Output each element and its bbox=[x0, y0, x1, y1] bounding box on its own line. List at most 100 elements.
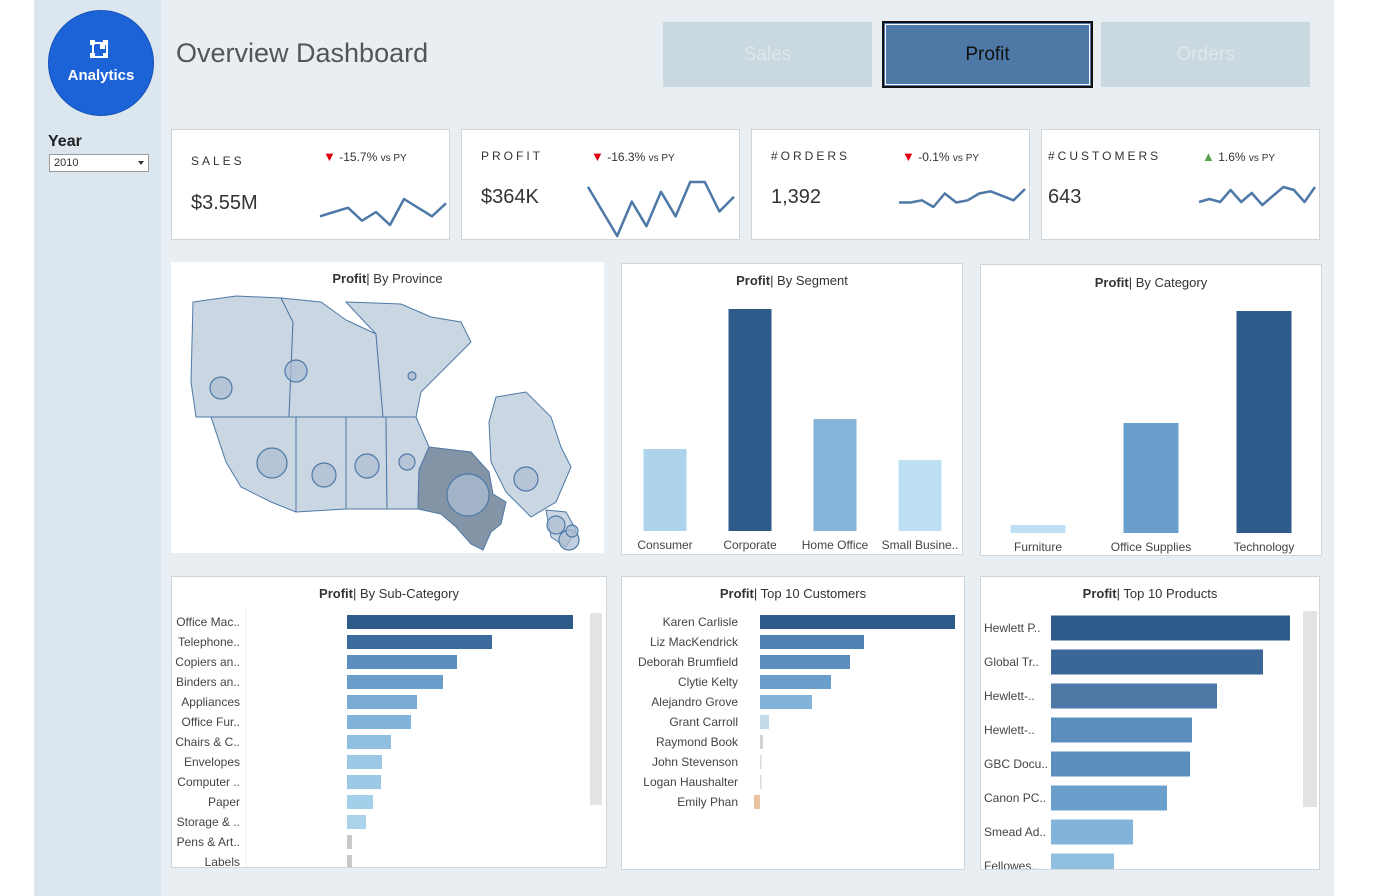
bar[interactable] bbox=[1051, 819, 1133, 845]
bar-home-office[interactable] bbox=[813, 419, 857, 531]
bar[interactable] bbox=[1051, 717, 1192, 743]
customers-bar-chart[interactable]: Karen Carlisle Liz MacKendrick Deborah Bru… bbox=[622, 577, 965, 870]
bar-label: Raymond Book bbox=[656, 735, 739, 749]
kpi-change-value: -16.3% bbox=[607, 150, 646, 164]
kpi-label: #CUSTOMERS bbox=[1048, 149, 1162, 163]
bar[interactable] bbox=[760, 675, 831, 689]
tab-profit[interactable]: Profit bbox=[882, 21, 1093, 88]
bar[interactable] bbox=[347, 795, 373, 809]
bar[interactable] bbox=[347, 615, 573, 629]
bar[interactable] bbox=[347, 835, 352, 849]
map-region-quebec bbox=[488, 391, 572, 518]
bar-office-supplies[interactable] bbox=[1123, 423, 1179, 533]
vertical-scrollbar[interactable] bbox=[590, 613, 602, 805]
segment-bar-chart[interactable]: Consumer Corporate Home Office Small Busine… bbox=[622, 264, 963, 555]
kpi-sparkline bbox=[899, 188, 1026, 209]
bar[interactable] bbox=[347, 755, 382, 769]
bar[interactable] bbox=[760, 775, 762, 789]
axis-label: Technology bbox=[1234, 540, 1295, 554]
bar-label: Envelopes bbox=[184, 755, 240, 769]
sparkline-path bbox=[319, 197, 447, 227]
bar[interactable] bbox=[347, 815, 366, 829]
subcategory-bar-chart[interactable]: Office Mac.. Telephone.. Copiers an.. Binde… bbox=[172, 577, 607, 868]
bar-label: Hewlett P.. bbox=[984, 621, 1040, 635]
bar[interactable] bbox=[1051, 683, 1217, 709]
bar[interactable] bbox=[347, 695, 417, 709]
bar[interactable] bbox=[760, 695, 812, 709]
down-arrow-icon: ▼ bbox=[591, 149, 604, 164]
bar[interactable] bbox=[760, 615, 955, 629]
sparkline-path bbox=[899, 188, 1026, 209]
bar[interactable] bbox=[347, 775, 381, 789]
bar-label: Hewlett-.. bbox=[984, 689, 1035, 703]
bar[interactable] bbox=[1051, 751, 1190, 777]
bar[interactable] bbox=[347, 735, 391, 749]
vertical-scrollbar[interactable] bbox=[1303, 611, 1317, 807]
kpi-card-orders: #ORDERS 1,392 ▼ -0.1% vs PY bbox=[751, 129, 1030, 240]
kpi-card-customers: #CUSTOMERS 643 ▲ 1.6% vs PY bbox=[1041, 129, 1320, 240]
bar[interactable] bbox=[347, 855, 352, 868]
bar-label: Hewlett-.. bbox=[984, 723, 1035, 737]
sparkline-path bbox=[1198, 185, 1317, 207]
kpi-card-sales: SALES $3.55M ▼ -15.7% vs PY bbox=[171, 129, 450, 240]
bar-corporate[interactable] bbox=[728, 309, 772, 531]
kpi-value: $3.55M bbox=[191, 192, 258, 214]
bar-label: Paper bbox=[208, 795, 240, 809]
bar-label: Deborah Brumfield bbox=[638, 655, 738, 669]
bar[interactable] bbox=[1051, 853, 1114, 871]
bar[interactable] bbox=[754, 795, 760, 809]
map-bubble bbox=[565, 524, 579, 538]
bar[interactable] bbox=[347, 715, 411, 729]
dropdown-arrow-icon bbox=[138, 161, 144, 165]
bar[interactable] bbox=[347, 635, 492, 649]
bar[interactable] bbox=[760, 655, 850, 669]
bar-label: Office Fur.. bbox=[182, 715, 240, 729]
axis-label: Furniture bbox=[1014, 540, 1062, 554]
canada-map[interactable] bbox=[171, 262, 604, 553]
bar-label: Storage & .. bbox=[177, 815, 240, 829]
kpi-change-value: -0.1% bbox=[918, 150, 950, 164]
bar-label: Grant Carroll bbox=[669, 715, 738, 729]
bar[interactable] bbox=[1051, 785, 1167, 811]
bar[interactable] bbox=[1051, 649, 1263, 675]
bar-label: Global Tr.. bbox=[984, 655, 1039, 669]
kpi-change-suffix: vs PY bbox=[1248, 153, 1276, 164]
kpi-sparkline bbox=[1198, 185, 1317, 207]
bar-label: John Stevenson bbox=[652, 755, 738, 769]
tab-orders[interactable]: Orders bbox=[1101, 22, 1310, 87]
bar[interactable] bbox=[760, 735, 763, 749]
year-filter-label: Year bbox=[48, 133, 82, 150]
bar-label: Canon PC.. bbox=[984, 791, 1046, 805]
bar-technology[interactable] bbox=[1236, 311, 1292, 533]
products-bar-chart[interactable]: Hewlett P.. Global Tr.. Hewlett-.. Hewlett-… bbox=[981, 577, 1320, 870]
tab-sales[interactable]: Sales bbox=[663, 22, 872, 87]
bar[interactable] bbox=[347, 675, 443, 689]
map-bubble bbox=[513, 466, 539, 492]
kpi-change: ▼ -16.3% vs PY bbox=[591, 149, 675, 164]
panel-top-10-products: Profit| Top 10 Products Hewlett P.. Globa… bbox=[980, 576, 1320, 870]
bar-label: Telephone.. bbox=[178, 635, 240, 649]
bar[interactable] bbox=[760, 635, 864, 649]
bar[interactable] bbox=[760, 715, 769, 729]
bar[interactable] bbox=[760, 755, 762, 769]
down-arrow-icon: ▼ bbox=[902, 149, 915, 164]
map-bubble bbox=[209, 376, 233, 400]
kpi-change-suffix: vs PY bbox=[952, 153, 980, 164]
bar-small-busine-[interactable] bbox=[898, 460, 942, 531]
kpi-change: ▼ -15.7% vs PY bbox=[323, 149, 407, 164]
map-bubble bbox=[311, 462, 337, 488]
bar[interactable] bbox=[1051, 615, 1290, 641]
bar-consumer[interactable] bbox=[643, 449, 687, 531]
category-bar-chart[interactable]: Furniture Office Supplies Technology bbox=[981, 265, 1322, 556]
year-select-value: 2010 bbox=[54, 157, 79, 169]
bar-label: Emily Phan bbox=[677, 795, 738, 809]
panel-profit-by-category: Profit| By Category Furniture Office Supp… bbox=[980, 264, 1322, 556]
year-select[interactable]: 2010 bbox=[49, 154, 149, 172]
kpi-sparkline bbox=[586, 180, 735, 238]
kpi-value: 1,392 bbox=[771, 186, 822, 208]
bar[interactable] bbox=[347, 655, 457, 669]
bar-label: Pens & Art.. bbox=[177, 835, 240, 849]
bar-label: Smead Ad.. bbox=[984, 825, 1046, 839]
bar-furniture[interactable] bbox=[1010, 525, 1066, 533]
kpi-card-profit: PROFIT $364K ▼ -16.3% vs PY bbox=[461, 129, 740, 240]
